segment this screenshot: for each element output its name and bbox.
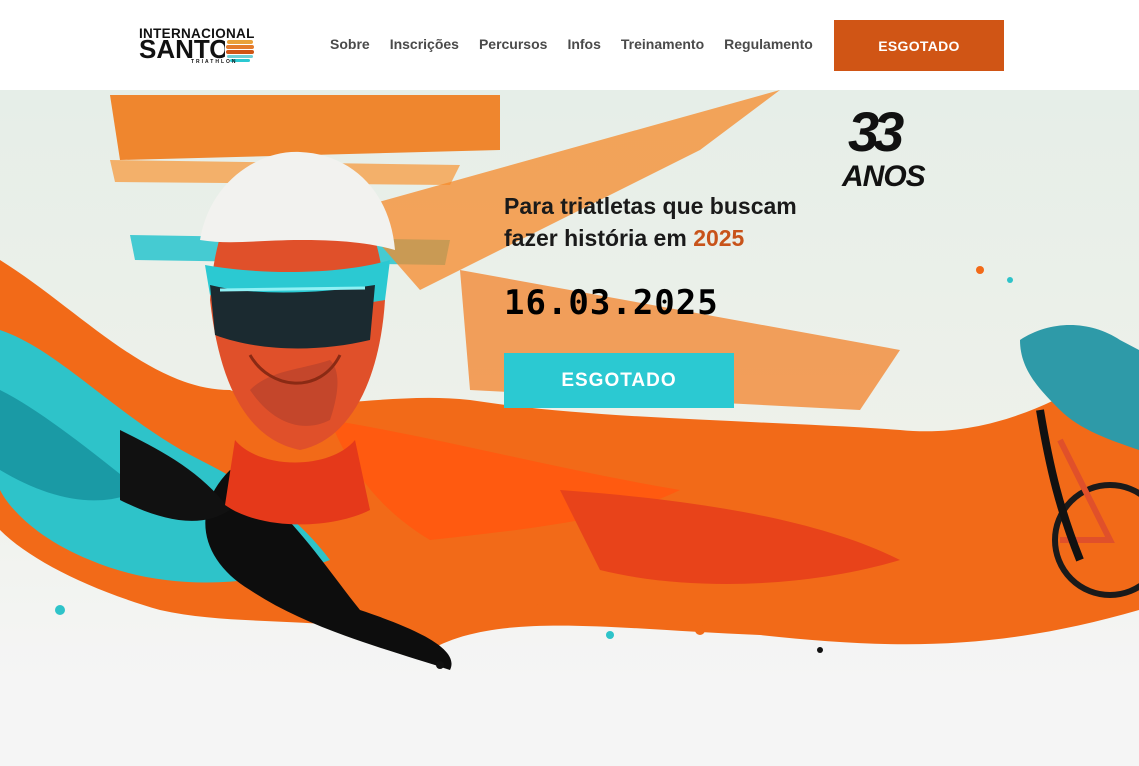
tagline-year: 2025: [693, 225, 745, 251]
hero-sold-out-button[interactable]: ESGOTADO: [504, 353, 734, 408]
hero-banner: 33 ANOS Para triatletas que buscam fazer…: [0, 90, 1139, 680]
tagline-text: Para triatletas que buscam fazer históri…: [504, 193, 797, 251]
nav-item-infos[interactable]: Infos: [567, 36, 600, 52]
nav-item-regulamento[interactable]: Regulamento: [724, 36, 813, 52]
badge-word: ANOS: [842, 160, 926, 193]
site-header: INTERNACIONAL SANTOS TRIATHLON Sobre Ins…: [0, 0, 1139, 90]
logo-line-3: TRIATHLON: [191, 59, 238, 65]
hero-copy: Para triatletas que buscam fazer históri…: [504, 190, 844, 254]
header-sold-out-button[interactable]: ESGOTADO: [834, 20, 1004, 71]
event-date: 16.03.2025: [504, 283, 719, 323]
main-nav: Sobre Inscrições Percursos Infos Treinam…: [330, 36, 833, 52]
hero-tagline: Para triatletas que buscam fazer históri…: [504, 190, 844, 254]
badge-number: 33: [848, 100, 904, 163]
nav-item-treinamento[interactable]: Treinamento: [621, 36, 704, 52]
anniversary-badge: 33 ANOS: [842, 100, 932, 197]
nav-item-sobre[interactable]: Sobre: [330, 36, 370, 52]
site-logo[interactable]: INTERNACIONAL SANTOS TRIATHLON: [139, 26, 279, 66]
nav-item-percursos[interactable]: Percursos: [479, 36, 547, 52]
nav-item-inscricoes[interactable]: Inscrições: [390, 36, 459, 52]
